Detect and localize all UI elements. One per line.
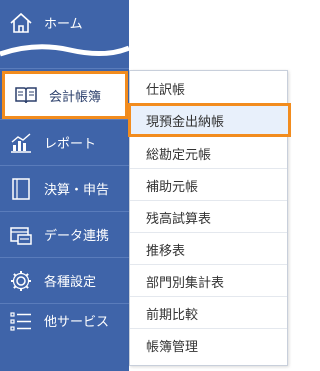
submenu-item-cash-deposit-book[interactable]: 現預金出納帳 [128, 103, 291, 137]
submenu-item-label: 総勘定元帳 [146, 147, 212, 163]
submenu-item-label: 仕訳帳 [146, 82, 186, 98]
sidebar-item-label: データ連携 [44, 229, 110, 244]
submenu-item-label: 補助元帳 [146, 179, 199, 195]
gear-icon [8, 268, 34, 294]
sidebar-item-settings[interactable]: 各種設定 [0, 258, 129, 303]
submenu-item-subsidiary-ledger[interactable]: 補助元帳 [130, 170, 287, 201]
sidebar-item-label: 各種設定 [44, 275, 97, 290]
list-icon [8, 308, 34, 334]
submenu-item-trial-balance[interactable]: 残高試算表 [130, 202, 287, 233]
submenu-item-prior-period-comparison[interactable]: 前期比較 [130, 298, 287, 329]
submenu-item-department-summary[interactable]: 部門別集計表 [130, 266, 287, 297]
accounting-books-submenu: 仕訳帳 現預金出納帳 総勘定元帳 補助元帳 残高試算表 推移表 部門別集計表 前… [128, 70, 291, 366]
submenu-item-label: 前期比較 [146, 307, 199, 323]
submenu-item-label: 残高試算表 [146, 211, 212, 227]
sidebar-item-home[interactable]: ホーム [0, 0, 129, 45]
chart-icon [8, 130, 34, 156]
sidebar: ホーム 会計帳簿 レポート 決算・申告 データ連携 各種設定 他サービス [0, 0, 129, 371]
sidebar-item-label: レポート [44, 137, 97, 152]
submenu-item-book-management[interactable]: 帳簿管理 [130, 330, 287, 361]
book-icon [13, 82, 39, 108]
sidebar-item-other-services[interactable]: 他サービス [0, 298, 129, 343]
divider [0, 68, 129, 69]
sidebar-item-data-link[interactable]: データ連携 [0, 212, 129, 257]
submenu-item-general-ledger[interactable]: 総勘定元帳 [130, 138, 287, 169]
sidebar-item-label: 決算・申告 [44, 183, 110, 198]
submenu-item-label: 帳簿管理 [146, 340, 199, 355]
home-icon [8, 10, 34, 36]
submenu-item-label: 現預金出納帳 [146, 114, 225, 130]
sidebar-item-label: ホーム [44, 17, 83, 32]
submenu-item-label: 推移表 [146, 243, 186, 259]
sidebar-item-label: 会計帳簿 [49, 89, 102, 105]
sidebar-item-settlement[interactable]: 決算・申告 [0, 166, 129, 211]
decorative-wave [0, 44, 129, 57]
sidebar-item-accounting-books[interactable]: 会計帳簿 [2, 71, 128, 119]
document-icon [8, 176, 34, 202]
sidebar-item-reports[interactable]: レポート [0, 120, 129, 165]
data-link-icon [8, 222, 34, 248]
submenu-item-label: 部門別集計表 [146, 275, 225, 291]
sidebar-item-label: 他サービス [44, 315, 110, 330]
submenu-item-transition-table[interactable]: 推移表 [130, 234, 287, 265]
submenu-item-journal[interactable]: 仕訳帳 [130, 73, 287, 104]
